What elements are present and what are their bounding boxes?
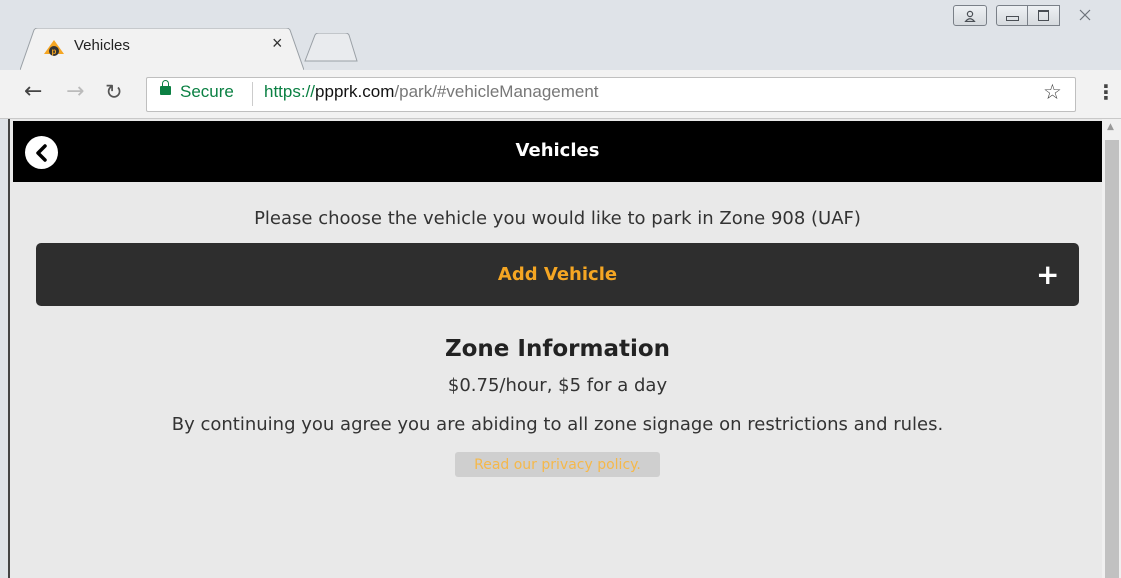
lock-icon[interactable] bbox=[160, 80, 171, 95]
url-text[interactable]: https://ppprk.com/park/#vehicleManagemen… bbox=[264, 82, 599, 102]
forward-arrow-icon[interactable]: → bbox=[66, 79, 84, 104]
address-separator bbox=[252, 82, 253, 106]
add-vehicle-label[interactable]: Add Vehicle bbox=[36, 264, 1079, 285]
maximize-button[interactable] bbox=[1027, 5, 1060, 26]
close-icon bbox=[1079, 9, 1091, 20]
plus-icon[interactable]: + bbox=[1036, 258, 1059, 291]
page-title: Vehicles bbox=[515, 140, 600, 161]
scrollbar-thumb[interactable] bbox=[1105, 140, 1119, 578]
maximize-icon bbox=[1038, 10, 1049, 21]
url-host: ppprk.com bbox=[315, 82, 395, 101]
tab-close-button[interactable]: × bbox=[272, 33, 283, 54]
site-favicon-icon: p bbox=[44, 40, 64, 56]
tab-title: Vehicles bbox=[74, 37, 130, 54]
vehicle-prompt: Please choose the vehicle you would like… bbox=[254, 208, 861, 229]
user-icon bbox=[964, 10, 976, 22]
window-close-button[interactable] bbox=[1058, 5, 1112, 24]
back-arrow-icon[interactable]: ← bbox=[24, 79, 42, 104]
minimize-icon bbox=[1006, 16, 1019, 21]
scroll-up-arrow-icon[interactable]: ▲ bbox=[1107, 122, 1114, 132]
menu-kebab-icon[interactable]: ⋮ bbox=[1096, 80, 1116, 104]
profile-button[interactable] bbox=[953, 5, 987, 26]
url-path: /park/#vehicleManagement bbox=[394, 82, 599, 101]
bookmark-star-icon[interactable]: ☆ bbox=[1043, 80, 1062, 104]
url-scheme: https:// bbox=[264, 82, 316, 101]
zone-info-title: Zone Information bbox=[444, 336, 671, 362]
secure-label[interactable]: Secure bbox=[180, 82, 234, 102]
new-tab-button[interactable] bbox=[301, 33, 359, 63]
zone-rate: $0.75/hour, $5 for a day bbox=[447, 375, 668, 396]
minimize-button[interactable] bbox=[996, 5, 1029, 26]
svg-text:p: p bbox=[52, 47, 57, 56]
zone-agreement: By continuing you agree you are abiding … bbox=[171, 414, 944, 435]
privacy-policy-link[interactable]: Read our privacy policy. bbox=[455, 452, 660, 477]
reload-icon[interactable]: ↻ bbox=[105, 80, 123, 104]
